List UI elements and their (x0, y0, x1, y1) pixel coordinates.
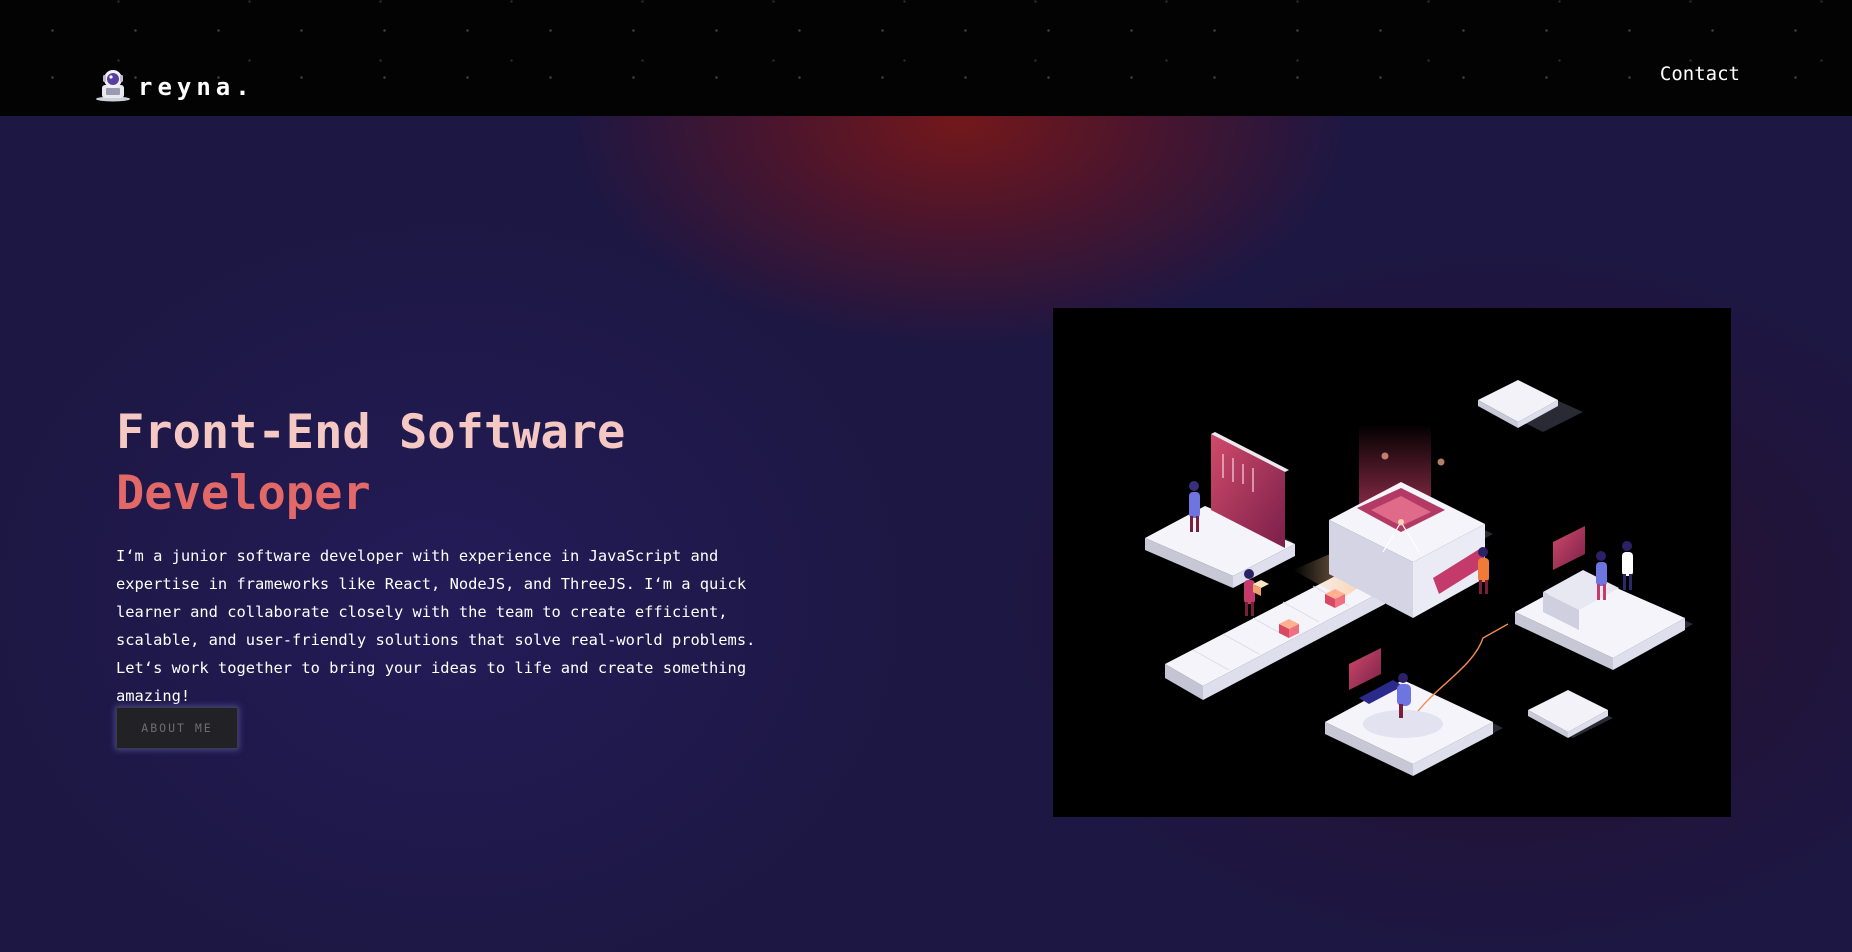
hero-title: Front-End Software Developer (116, 402, 625, 524)
isometric-workspace-illustration (1145, 380, 1693, 776)
hero-title-line2: Developer (116, 466, 371, 521)
navbar: reyna. Contact (0, 0, 1852, 116)
starfield-background (0, 0, 1852, 116)
robot-astronaut-icon (94, 68, 132, 106)
brand-name: reyna. (138, 73, 255, 101)
hero-description: I‘m a junior software developer with exp… (116, 547, 756, 705)
hero-illustration (1053, 308, 1731, 817)
about-me-button[interactable]: ABOUT ME (116, 707, 238, 749)
page: reyna. Contact Front-End Software Develo… (0, 0, 1852, 952)
hero-title-line1: Front-End Software (116, 405, 626, 460)
brand-logo[interactable]: reyna. (94, 68, 255, 106)
nav-contact-link[interactable]: Contact (1660, 63, 1740, 85)
